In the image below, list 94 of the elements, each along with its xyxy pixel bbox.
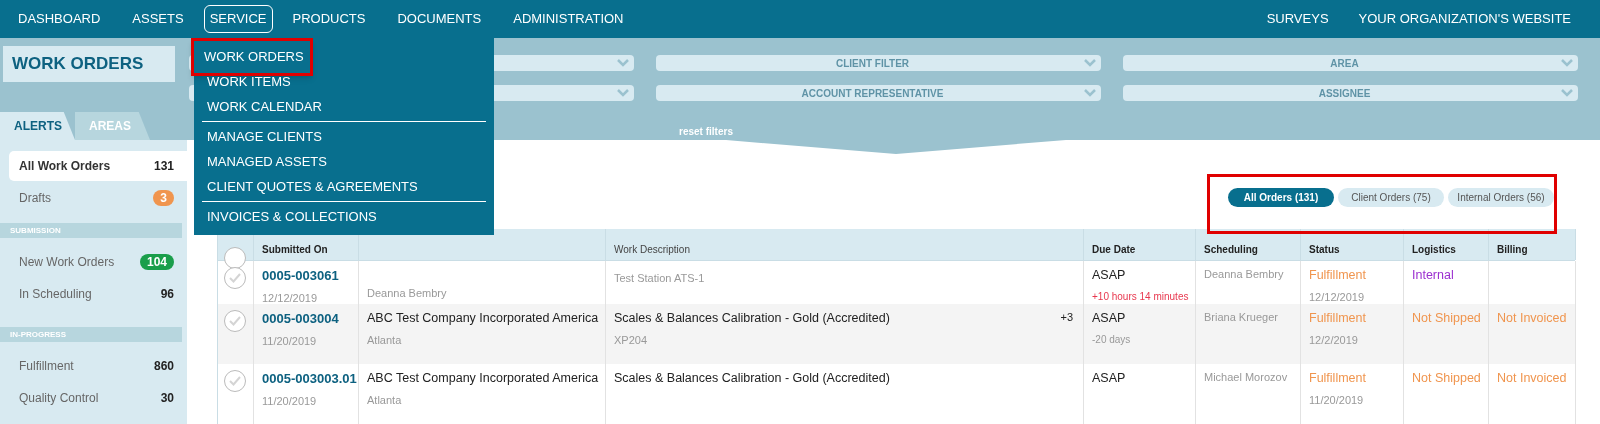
table-cell-text: Briana Krueger — [1204, 310, 1279, 325]
nav-link[interactable]: DOCUMENTS — [393, 5, 486, 33]
order-link[interactable]: 0005-003061 — [262, 266, 358, 286]
filter-pill[interactable]: All Orders (131) — [1228, 188, 1334, 207]
table-cell-text: 11/20/2019 — [262, 393, 318, 409]
sidebar-item[interactable]: In Scheduling 96 — [9, 279, 187, 309]
table-cell-text: ASAP — [1092, 370, 1127, 387]
column-header: Due Date — [1092, 243, 1136, 257]
section-header: IN-PROGRESS — [0, 327, 182, 342]
count-text: 96 — [160, 286, 174, 303]
billing-text: Not Invoiced — [1497, 370, 1568, 387]
column-header: Logistics — [1412, 243, 1456, 257]
sidebar-label: In Scheduling — [19, 286, 93, 303]
menu-item[interactable]: MANAGED ASSETS — [194, 149, 494, 174]
table-cell-text: Scales & Balances Calibration - Gold (Accredited) — [614, 370, 891, 387]
sidebar-item[interactable]: New Work Orders 104 — [9, 247, 187, 277]
table-cell-text: Test Station ATS-1 — [614, 271, 706, 286]
table-cell-text: Deanna Bembry — [367, 286, 448, 301]
menu-item[interactable]: WORK CALENDAR — [194, 94, 494, 119]
table-cell-text: ABC Test Company Incorporated America — [367, 310, 600, 327]
table-cell-text: 12/2/2019 — [1309, 332, 1359, 348]
column-header: Scheduling — [1204, 243, 1258, 257]
table-cell-text: Michael Morozov — [1204, 370, 1289, 385]
table-cell-text: Scales & Balances Calibration - Gold (Accredited) — [614, 310, 891, 327]
count-badge: 3 — [153, 190, 174, 206]
check-icon — [229, 316, 241, 326]
checkbox[interactable] — [224, 310, 246, 332]
menu-item[interactable]: INVOICES & COLLECTIONS — [194, 204, 494, 229]
checkbox[interactable] — [224, 267, 246, 289]
sidebar-label: All Work Orders — [19, 158, 112, 175]
menu-item[interactable]: CLIENT QUOTES & AGREEMENTS — [194, 174, 494, 199]
nav-link[interactable]: ASSETS — [128, 5, 188, 33]
checkbox[interactable] — [224, 370, 246, 392]
chevron-down-icon — [1084, 59, 1096, 67]
table-cell-text: +10 hours 14 minutes — [1092, 289, 1190, 304]
sidebar-tab[interactable]: ALERTS — [0, 112, 75, 140]
nav-link[interactable]: ADMINISTRATION — [509, 5, 628, 33]
logistics-text: Not Shipped — [1412, 370, 1482, 387]
table-cell-text: +3 — [1060, 310, 1073, 325]
menu-item[interactable]: MANAGE CLIENTS — [194, 124, 494, 149]
table-cell-text: ABC Test Company Incorporated America — [367, 370, 600, 387]
logistics-text: Internal — [1412, 267, 1455, 284]
status-text: Fulfillment — [1309, 310, 1367, 327]
filter-pill[interactable]: Internal Orders (56) — [1448, 188, 1554, 207]
column-header: Billing — [1497, 243, 1528, 257]
sidebar-item[interactable]: Drafts 3 — [9, 183, 187, 213]
nav-link[interactable]: SERVICE — [203, 5, 273, 33]
filter-pill[interactable]: Client Orders (75) — [1338, 188, 1444, 207]
nav-link[interactable]: YOUR ORGANIZATION'S WEBSITE — [1343, 9, 1586, 29]
table-cell-text: ASAP — [1092, 267, 1127, 284]
table-cell-text: -20 days — [1092, 332, 1132, 347]
chevron-down-icon — [617, 59, 629, 67]
sidebar-item[interactable]: Fulfillment 860 — [9, 351, 187, 381]
logistics-text: Not Shipped — [1412, 310, 1482, 327]
sidebar-label: Drafts — [19, 190, 52, 207]
menu-item[interactable]: WORK ORDERS — [191, 38, 313, 76]
status-text: Fulfillment — [1309, 267, 1367, 284]
nav-link[interactable]: DASHBOARD — [14, 5, 105, 33]
sidebar-label: Quality Control — [19, 390, 100, 407]
chevron-down-icon — [1561, 59, 1573, 67]
table-cell-text: ASAP — [1092, 310, 1127, 327]
page-title: WORK ORDERS — [3, 46, 175, 82]
sidebar-item[interactable]: All Work Orders 131 — [9, 151, 187, 181]
count-text: 860 — [153, 358, 174, 375]
table-cell-text: 12/12/2019 — [262, 290, 319, 306]
chevron-down-icon — [617, 89, 629, 97]
sidebar-label: Fulfillment — [19, 358, 75, 375]
chevron-down-icon — [1084, 89, 1096, 97]
check-icon — [229, 273, 241, 283]
table-cell-text: 12/12/2019 — [1309, 289, 1366, 305]
nav-link[interactable]: SURVEYS — [1251, 9, 1344, 29]
order-link[interactable]: 0005-003004 — [262, 309, 358, 329]
column-header: Work Description — [614, 243, 690, 257]
status-text: Fulfillment — [1309, 370, 1367, 387]
count-text: 131 — [153, 158, 174, 175]
order-link[interactable]: 0005-003003.01 — [262, 369, 358, 389]
sidebar-item[interactable]: Quality Control 30 — [9, 383, 187, 413]
count-text: 30 — [160, 390, 174, 407]
check-icon — [229, 376, 241, 386]
select-all-checkbox[interactable] — [224, 247, 246, 269]
table-cell-text: Deanna Bembry — [1204, 267, 1285, 282]
chevron-down-icon — [1561, 89, 1573, 97]
table-cell-text: Atlanta — [367, 392, 403, 408]
table-cell-text: Atlanta — [367, 332, 403, 348]
table-cell-text: 11/20/2019 — [262, 333, 318, 349]
sidebar-label: New Work Orders — [19, 254, 116, 271]
column-header: Status — [1309, 243, 1340, 257]
section-header: SUBMISSION — [0, 223, 182, 238]
table-cell-text: XP204 — [614, 332, 649, 348]
column-header: Submitted On — [262, 243, 328, 257]
table-cell-text: 11/20/2019 — [1309, 392, 1365, 408]
billing-text: Not Invoiced — [1497, 310, 1568, 327]
count-badge: 104 — [139, 254, 174, 270]
nav-link[interactable]: PRODUCTS — [288, 5, 370, 33]
